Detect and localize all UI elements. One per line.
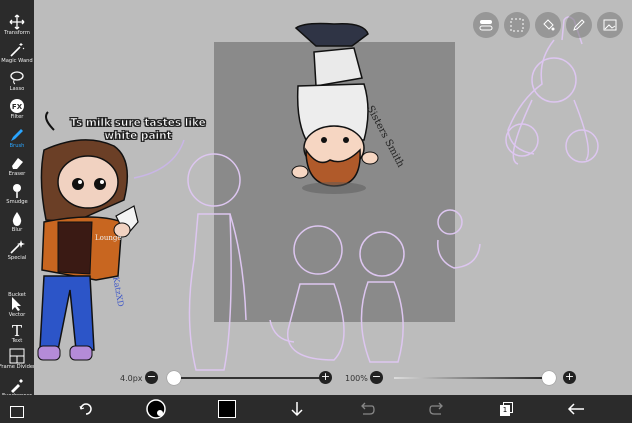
tool-frame-divider[interactable]: Frame Divider — [0, 348, 36, 378]
tool-label: Blur — [11, 227, 23, 233]
drawing-canvas[interactable]: Ts milk sure tastes like white paint Sis… — [34, 0, 632, 395]
tool-label: Lasso — [9, 86, 25, 92]
svg-text:T: T — [12, 322, 22, 338]
tool-brush[interactable]: Brush — [0, 127, 34, 157]
tool-sidebar: Transform Magic Wand Lasso FX Filter Brush Era… — [0, 0, 36, 399]
tool-label: Frame Divider — [0, 364, 36, 370]
brush-icon — [11, 129, 23, 141]
tool-label: Magic Wand — [1, 58, 33, 64]
tool-label: Special — [7, 255, 27, 261]
eraser-icon — [12, 158, 23, 169]
current-color — [218, 400, 236, 418]
pencil-icon[interactable] — [566, 12, 592, 38]
tool-filter[interactable]: FX Filter — [0, 98, 34, 128]
layer-count: 1 — [500, 405, 510, 416]
tool-label: Text — [11, 338, 23, 344]
tool-label: Filter — [10, 114, 24, 120]
selection-icon[interactable] — [504, 12, 530, 38]
layers-icon[interactable]: 1 — [497, 399, 517, 419]
sparkle-wand-icon — [10, 240, 25, 254]
fill-icon[interactable] — [535, 12, 561, 38]
back-arrow-icon[interactable] — [566, 399, 586, 419]
color-swatch-icon[interactable] — [217, 399, 237, 419]
opacity-slider-knob[interactable] — [542, 371, 556, 385]
mug-label: Lounge — [95, 234, 122, 242]
image-icon[interactable] — [597, 12, 623, 38]
canvas-frame-icon[interactable] — [10, 406, 24, 418]
bucket-icon — [9, 276, 25, 292]
tool-blur[interactable]: Blur — [0, 211, 34, 241]
tool-label: Vector — [8, 312, 26, 318]
smudge-icon — [13, 184, 21, 198]
download-arrow-icon[interactable] — [287, 399, 307, 419]
size-slider-knob[interactable] — [167, 371, 181, 385]
size-decrease-button[interactable]: − — [145, 371, 158, 384]
bottom-toolbar: 1 — [0, 395, 632, 423]
tool-label: Brush — [9, 143, 25, 149]
svg-text:FX: FX — [12, 103, 23, 111]
transform-rotate-icon[interactable] — [76, 399, 96, 419]
opacity-increase-button[interactable]: + — [563, 371, 576, 384]
brush-picker-icon[interactable] — [146, 399, 166, 419]
speech-bubble-text: Ts milk sure tastes like white paint — [70, 117, 206, 143]
fx-icon: FX — [10, 99, 24, 113]
frame-divider-icon — [9, 348, 25, 364]
opacity-decrease-button[interactable]: − — [370, 371, 383, 384]
move-arrows-icon — [9, 14, 25, 30]
tool-special[interactable]: Special — [0, 239, 34, 269]
opacity-label: 100% — [345, 374, 368, 383]
tool-smudge[interactable]: Smudge — [0, 183, 34, 213]
size-increase-button[interactable]: + — [319, 371, 332, 384]
ibispaint-app: Transform Magic Wand Lasso FX Filter Brush Era… — [0, 0, 632, 423]
layers-toggle-icon[interactable] — [473, 12, 499, 38]
text-icon: T — [12, 322, 22, 338]
tool-eraser[interactable]: Eraser — [0, 155, 34, 185]
tool-magic-wand[interactable]: Magic Wand — [0, 42, 34, 72]
redo-icon[interactable] — [427, 399, 447, 419]
drop-icon — [12, 212, 22, 226]
undo-icon[interactable] — [357, 399, 377, 419]
tool-label: Transform — [4, 30, 30, 36]
brush-size-label: 4.0px — [120, 374, 143, 383]
artwork — [37, 16, 599, 371]
vector-cursor-icon — [12, 297, 21, 311]
tool-transform[interactable]: Transform — [0, 14, 34, 44]
opacity-slider-track[interactable] — [394, 377, 549, 379]
tool-label: Eraser — [8, 171, 26, 177]
size-slider-track[interactable] — [174, 377, 324, 379]
tool-label: Smudge — [6, 199, 28, 205]
brown-hair-character — [37, 139, 139, 361]
lasso-icon — [10, 71, 24, 85]
tool-lasso[interactable]: Lasso — [0, 70, 34, 100]
eyedropper-icon — [11, 379, 23, 393]
magic-wand-icon — [10, 43, 25, 57]
